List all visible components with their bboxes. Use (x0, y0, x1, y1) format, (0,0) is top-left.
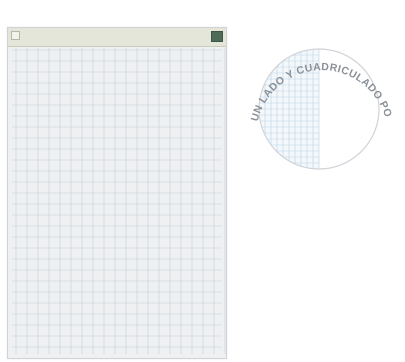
notepad-header-strip (8, 28, 226, 47)
notepad-grid (8, 28, 226, 358)
detail-circle: LISO POR UN LADO Y CUADRICULADO POR EL O… (231, 8, 401, 178)
brand-badge-icon (211, 31, 223, 42)
notepad-sheet (7, 27, 227, 359)
corner-tab-icon (11, 31, 20, 40)
detail-circle-graphic: LISO POR UN LADO Y CUADRICULADO POR EL O… (231, 8, 394, 170)
